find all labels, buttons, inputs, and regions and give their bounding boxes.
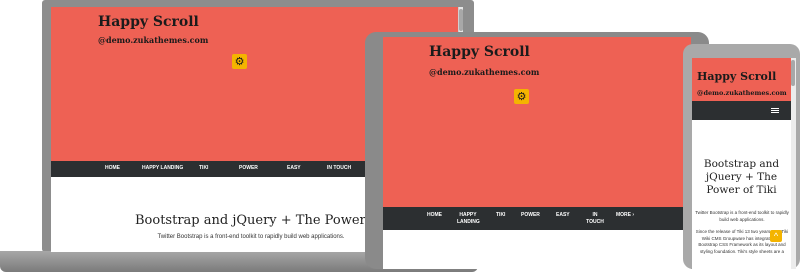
nav-power[interactable]: POWER (239, 165, 258, 172)
laptop-lead: Twitter Bootstrap is a front-end toolkit… (157, 234, 345, 240)
hamburger-icon[interactable] (771, 108, 779, 113)
gear-icon[interactable]: ⚙ (514, 89, 529, 104)
site-title[interactable]: Happy Scroll (429, 44, 530, 60)
phone-hero: Happy Scroll @demo.zukathemes.com (692, 58, 796, 101)
nav-easy[interactable]: EASY (556, 212, 570, 219)
site-subtitle: @demo.zukathemes.com (429, 67, 540, 77)
laptop-scroll-thumb[interactable] (459, 9, 463, 31)
nav-easy[interactable]: EASY (287, 165, 301, 172)
phone-headline: Bootstrap and jQuery + The Power of Tiki (692, 158, 791, 196)
phone-scrollbar[interactable] (791, 58, 796, 269)
chevron-up-icon[interactable]: ^ (770, 230, 782, 242)
nav-home[interactable]: HOME (105, 165, 120, 172)
devices-showcase: Happy Scroll @demo.zukathemes.com ⚙ HOME… (0, 0, 800, 272)
tablet-navbar: HOME HAPPY LANDING TIKI POWER EASY IN TO… (383, 207, 691, 230)
site-subtitle: @demo.zukathemes.com (697, 89, 787, 97)
tablet-screen: Happy Scroll @demo.zukathemes.com ⚙ HOME… (383, 37, 691, 269)
nav-tiki[interactable]: TIKI (496, 212, 505, 219)
site-subtitle: @demo.zukathemes.com (98, 35, 209, 45)
site-title[interactable]: Happy Scroll (697, 70, 776, 83)
phone-headline-line: Power of Tiki (706, 183, 777, 196)
nav-in-touch[interactable]: IN TOUCH (585, 212, 605, 226)
gear-icon[interactable]: ⚙ (232, 54, 247, 69)
nav-in-touch[interactable]: IN TOUCH (327, 165, 351, 172)
phone-lead: Twitter Bootstrap is a front-end toolkit… (695, 210, 789, 222)
nav-home[interactable]: HOME (427, 212, 442, 219)
phone-headline-line: Bootstrap and (703, 158, 780, 170)
nav-happy-landing[interactable]: HAPPY LANDING (457, 212, 480, 226)
tablet-hero: Happy Scroll @demo.zukathemes.com ⚙ (383, 37, 691, 207)
nav-more[interactable]: MORE › (616, 212, 634, 219)
phone-navbar (692, 101, 796, 120)
site-title[interactable]: Happy Scroll (98, 14, 199, 30)
phone-headline-line: jQuery + The (705, 170, 778, 183)
nav-happy-landing[interactable]: HAPPY LANDING (142, 165, 183, 172)
nav-tiki[interactable]: TIKI (199, 165, 208, 172)
phone-scroll-thumb[interactable] (791, 60, 795, 86)
phone-screen: Happy Scroll @demo.zukathemes.com Bootst… (692, 58, 796, 269)
nav-power[interactable]: POWER (521, 212, 540, 219)
